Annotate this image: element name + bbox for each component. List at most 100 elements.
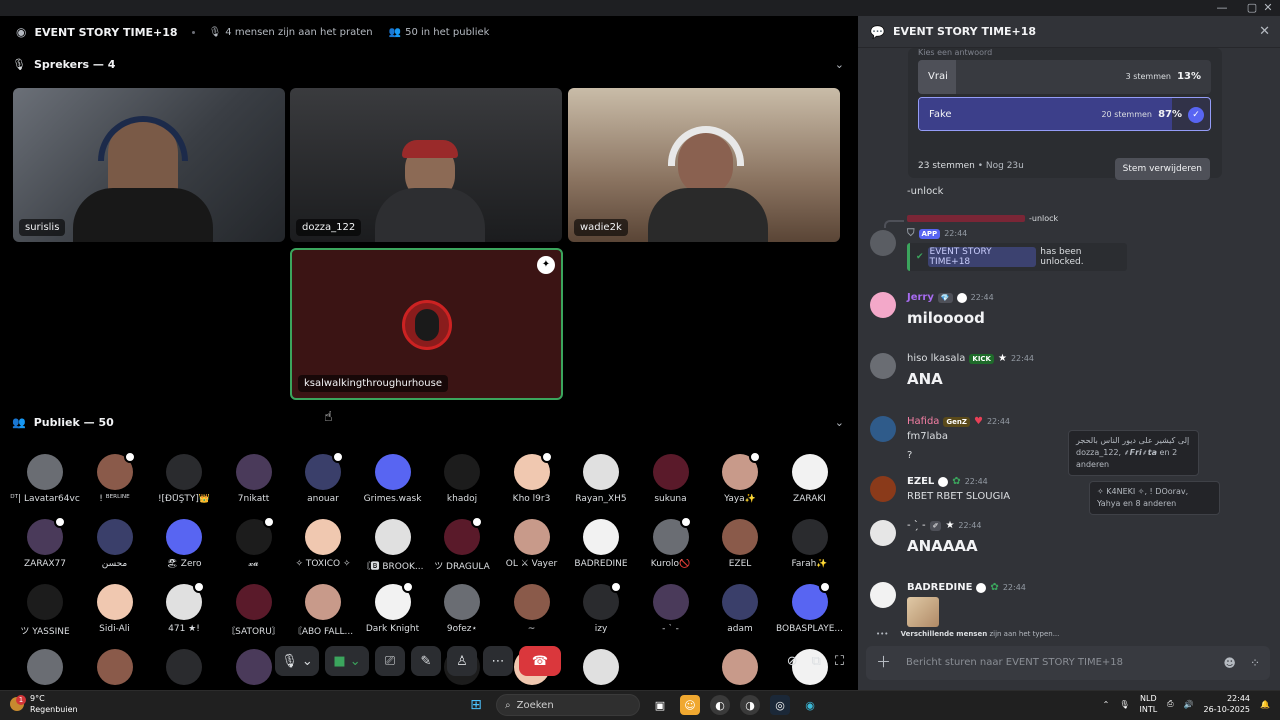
invite-speaker-button[interactable]: ♙	[447, 646, 477, 676]
volume-icon[interactable]: 🔊	[1184, 700, 1194, 709]
audience-member[interactable]: OL ⚔ Vayer	[497, 519, 567, 579]
language-indicator[interactable]: NLD INTL	[1139, 693, 1157, 715]
audience-member[interactable]: izy	[566, 581, 636, 644]
fullscreen-icon[interactable]: ⛶	[835, 654, 844, 669]
avatar[interactable]	[870, 230, 896, 256]
audience-member[interactable]	[10, 649, 80, 690]
author-name[interactable]: - ˋ̗ -	[907, 520, 926, 531]
audience-member[interactable]: 〘ABO FALL...	[288, 584, 358, 644]
audience-member[interactable]: anouar	[288, 451, 358, 514]
audience-member[interactable]: Rayan_XH5	[566, 454, 636, 514]
hide-nonvideo-icon[interactable]: ⊘	[787, 654, 798, 669]
audience-member[interactable]: khadoj	[427, 454, 497, 514]
audience-member[interactable]: 〘🅱 BROOK...	[358, 519, 428, 579]
chevron-down-icon[interactable]: ⌄	[835, 416, 844, 429]
image-attachment[interactable]	[907, 597, 939, 627]
author-name[interactable]: Jerry	[907, 292, 934, 303]
speakers-section-header[interactable]: 🎙 Sprekers — 4 ⌄	[12, 54, 844, 74]
audience-member[interactable]: Farah✨	[775, 519, 845, 579]
close-icon[interactable]: ✕	[1258, 0, 1278, 16]
audience-member[interactable]: adam	[705, 584, 775, 644]
task-view-icon[interactable]: ▣	[650, 695, 670, 715]
speaker-tile[interactable]: dozza_122	[290, 88, 562, 242]
audience-member[interactable]	[149, 649, 219, 690]
author-name[interactable]: BADREDINE	[907, 582, 972, 593]
more-options-button[interactable]: ⋯	[483, 646, 513, 676]
audience-member[interactable]: ツ DRAGULA	[427, 516, 497, 579]
avatar[interactable]	[870, 416, 896, 442]
taskbar-search[interactable]: ⌕ Zoeken	[496, 694, 640, 716]
audience-member[interactable]: EZEL	[705, 519, 775, 579]
message-input[interactable]: Bericht sturen naar EVENT STORY TIME+18	[906, 646, 1123, 680]
avatar[interactable]	[870, 520, 896, 546]
mic-icon[interactable]: 🎙	[1119, 700, 1129, 709]
network-icon[interactable]: ⎙	[1167, 699, 1173, 709]
speaker-tile-active[interactable]: ✦ ksalwalkingthroughurhouse	[290, 248, 563, 400]
avatar[interactable]	[870, 292, 896, 318]
audience-member[interactable]: 7nikatt	[219, 454, 289, 514]
audience-member[interactable]: Kurolo🚫	[636, 516, 706, 579]
moderator-icon[interactable]: ✦	[537, 256, 555, 274]
weather-widget[interactable]: 1 9°C Regenbuien	[10, 693, 78, 715]
windows-start-icon[interactable]: ⊞	[466, 695, 486, 715]
plus-icon[interactable]: ＋	[876, 654, 891, 670]
audience-section-header[interactable]: 👥 Publiek — 50 ⌄	[12, 412, 844, 432]
steam-icon[interactable]: ◎	[770, 695, 790, 715]
chevron-up-icon[interactable]: ⌃	[1103, 700, 1110, 709]
discord-icon[interactable]: ◑	[740, 695, 760, 715]
audience-member[interactable]: sukuna	[636, 454, 706, 514]
audience-member[interactable]: - ˋ -	[636, 584, 706, 644]
edge-icon[interactable]: ◉	[800, 695, 820, 715]
notification-icon[interactable]: 🔔	[1260, 700, 1270, 709]
audience-member[interactable]: ~	[497, 584, 567, 644]
avatar[interactable]	[870, 476, 896, 502]
audience-member[interactable]: ツ YASSINE	[10, 584, 80, 644]
audience-member[interactable]: Yaya✨	[705, 451, 775, 514]
author-name[interactable]: Hafida	[907, 416, 939, 427]
disconnect-button[interactable]: ☎	[519, 646, 561, 676]
audience-member[interactable]	[566, 649, 636, 690]
minimize-icon[interactable]: —	[1212, 0, 1232, 16]
audience-member[interactable]: 471 ★!	[149, 581, 219, 644]
audience-member[interactable]: 9ofez⋆	[427, 584, 497, 644]
audience-member[interactable]: ! ᴮᴱᴿᴸᴵᴺᴱ	[80, 451, 150, 514]
widgets-icon[interactable]: ☺	[680, 695, 700, 715]
audience-member[interactable]: BADREDINE	[566, 519, 636, 579]
audience-member[interactable]: ZARAX77	[10, 516, 80, 579]
audience-member[interactable]: 𝔁𝓪	[219, 516, 289, 579]
audience-member[interactable]: ᴰᵀ| Lavatar64vc	[10, 454, 80, 514]
emoji-icon[interactable]: ☻	[1223, 656, 1236, 670]
audience-member[interactable]: محسن	[80, 519, 150, 579]
remove-vote-button[interactable]: Stem verwijderen	[1114, 158, 1210, 180]
activity-button[interactable]: ✎	[411, 646, 441, 676]
screenshare-button[interactable]: ⎚	[375, 646, 405, 676]
audience-member[interactable]: BOBASPLAYE...	[775, 581, 845, 644]
speaker-tile[interactable]: wadie2k	[568, 88, 840, 242]
audience-member[interactable]: 🏖 Zero	[149, 519, 219, 579]
audience-member[interactable]	[80, 649, 150, 690]
camera-toggle-button[interactable]: ■ ⌄	[325, 646, 369, 676]
mic-toggle-button[interactable]: 🎙 ⌄	[275, 646, 319, 676]
message-composer[interactable]: ＋ Bericht sturen naar EVENT STORY TIME+1…	[866, 646, 1270, 680]
popout-icon[interactable]: ⧉	[812, 654, 821, 669]
audience-member[interactable]: ZARAKI	[775, 454, 845, 514]
avatar[interactable]	[870, 582, 896, 608]
chevron-down-icon[interactable]: ⌄	[835, 58, 844, 71]
audience-member[interactable]: 〘SATORU〙	[219, 584, 289, 644]
audience-member[interactable]: ![ÐŮŞŤŸ]👑	[149, 454, 219, 514]
avatar[interactable]	[870, 353, 896, 379]
close-icon[interactable]: ✕	[1259, 24, 1270, 39]
author-name[interactable]: hiso lkasala	[907, 353, 965, 364]
poll-option-fake[interactable]: Fake 20 stemmen 87% ✓	[918, 97, 1211, 131]
author-name[interactable]: EZEL	[907, 476, 934, 487]
channel-mention[interactable]: EVENT STORY TIME+18	[927, 247, 1037, 267]
poll-option-vrai[interactable]: Vrai 3 stemmen 13%	[918, 60, 1211, 94]
apps-icon[interactable]: ⁘	[1250, 656, 1260, 670]
clock[interactable]: 22:44 26-10-2025	[1204, 693, 1251, 715]
speaker-tile[interactable]: surislis	[13, 88, 285, 242]
audience-member[interactable]: Dark Knight	[358, 581, 428, 644]
audience-member[interactable]: Sidi-Ali	[80, 584, 150, 644]
audience-member[interactable]: ✧ TOXICO ✧	[288, 519, 358, 579]
audience-member[interactable]	[705, 649, 775, 690]
browser-icon[interactable]: ◐	[710, 695, 730, 715]
